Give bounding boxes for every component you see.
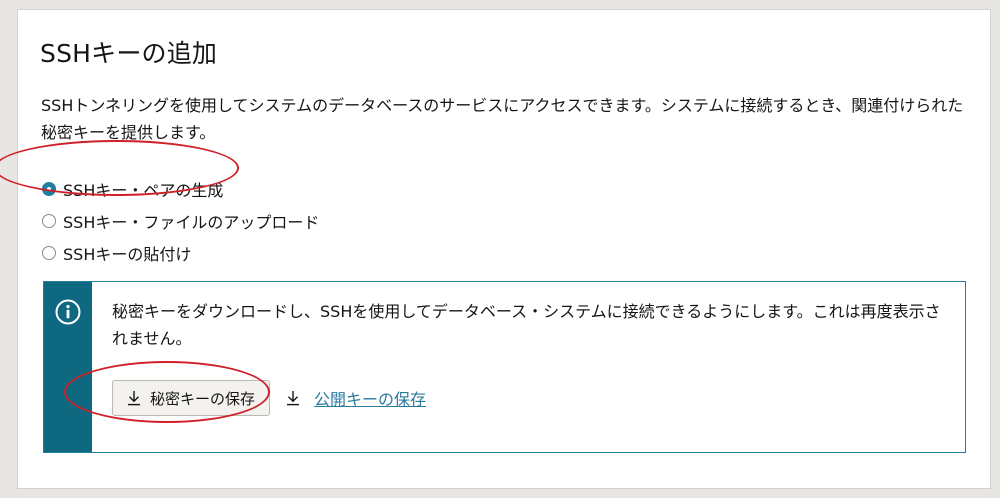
- save-private-key-label: 秘密キーの保存: [150, 389, 256, 408]
- radio-upload-key-file[interactable]: SSHキー・ファイルのアップロード: [42, 205, 319, 237]
- radio-indicator[interactable]: [42, 214, 56, 228]
- radio-selected-indicator[interactable]: [42, 182, 56, 196]
- info-strip: [44, 282, 92, 452]
- radio-indicator[interactable]: [42, 246, 56, 260]
- info-icon: [55, 299, 81, 325]
- download-icon: [128, 391, 140, 406]
- add-ssh-key-panel: SSHキーの追加 SSHトンネリングを使用してシステムのデータベースのサービスに…: [18, 10, 990, 488]
- info-message-text: 秘密キーをダウンロードし、SSHを使用してデータベース・システムに接続できるよう…: [112, 302, 941, 348]
- radio-generate-key-pair[interactable]: SSHキー・ペアの生成: [42, 173, 319, 205]
- save-public-key-label[interactable]: 公開キーの保存: [314, 386, 426, 410]
- download-actions: 秘密キーの保存 公開キーの保存: [112, 380, 426, 416]
- radio-upload-key-file-label: SSHキー・ファイルのアップロード: [63, 213, 320, 232]
- panel-description: SSHトンネリングを使用してシステムのデータベースのサービスにアクセスできます。…: [41, 96, 964, 142]
- radio-paste-key-label: SSHキーの貼付け: [63, 245, 192, 264]
- download-icon: [287, 391, 300, 406]
- radio-paste-key[interactable]: SSHキーの貼付け: [42, 237, 319, 269]
- save-public-key-link[interactable]: 公開キーの保存: [286, 386, 426, 410]
- info-message-box: 秘密キーをダウンロードし、SSHを使用してデータベース・システムに接続できるよう…: [43, 281, 966, 453]
- save-private-key-button[interactable]: 秘密キーの保存: [112, 380, 271, 416]
- radio-generate-key-pair-label: SSHキー・ペアの生成: [63, 181, 224, 200]
- panel-title: SSHキーの追加: [40, 39, 218, 68]
- ssh-key-option-group: SSHキー・ペアの生成 SSHキー・ファイルのアップロード SSHキーの貼付け: [42, 173, 319, 269]
